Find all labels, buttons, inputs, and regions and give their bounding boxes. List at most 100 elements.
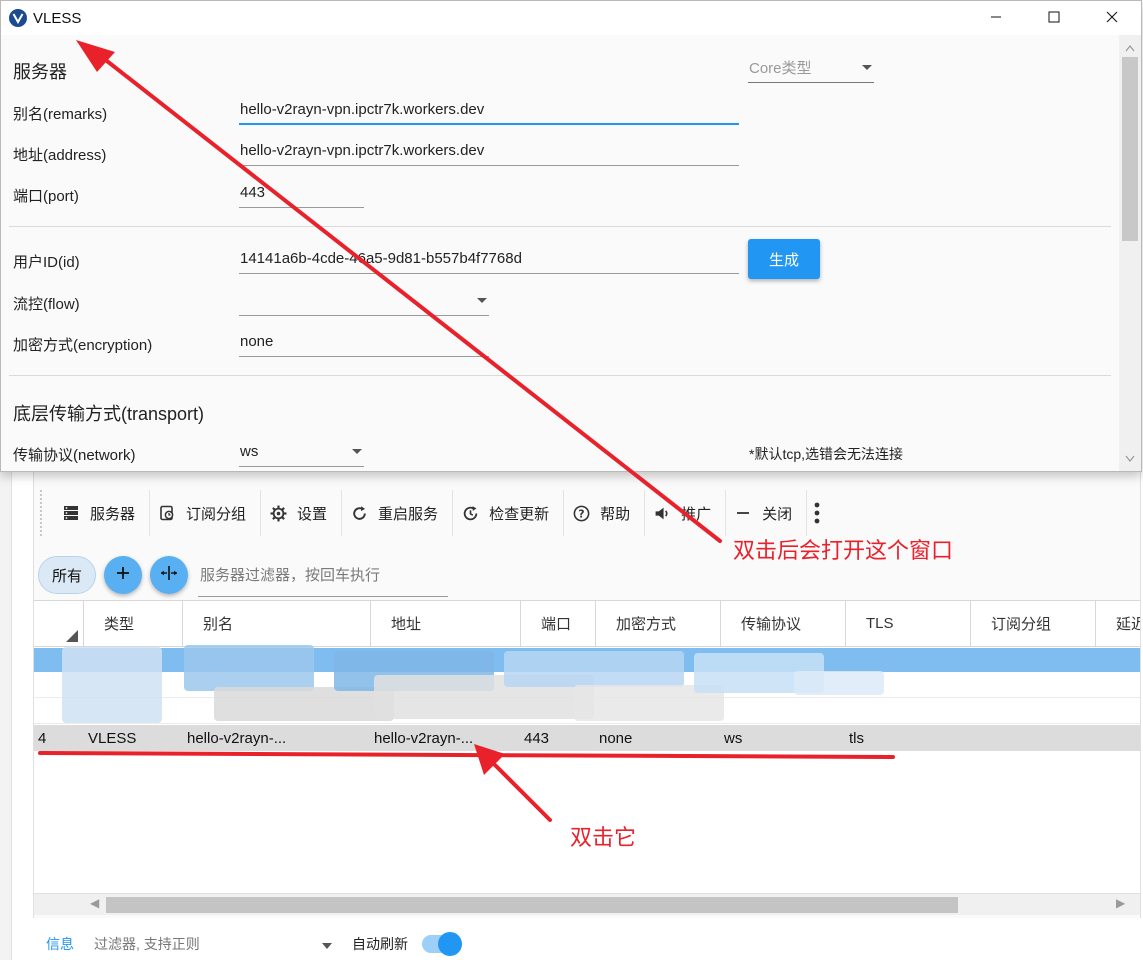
network-select[interactable]: ws [239,437,364,467]
network-hint: *默认tcp,选错会无法连接 [749,446,904,462]
cell-network: ws [724,729,743,747]
toolbar-settings-button[interactable]: 设置 [261,490,343,536]
user-id-input[interactable]: 14141a6b-4cde-46a5-9d81-b557b4f7768d [239,244,739,274]
chevron-down-icon [477,298,487,303]
scroll-up-arrow-icon[interactable] [1125,39,1135,56]
vless-dialog: VLESS 服务器 Core类型 别名(remarks) hello-v2ray… [0,0,1142,472]
section-title-transport: 底层传输方式(transport) [13,404,205,424]
window-close-button[interactable] [1083,1,1141,35]
core-type-select[interactable]: Core类型 [748,53,874,83]
remarks-label: 别名(remarks) [13,106,108,123]
split-arrows-icon [160,565,178,585]
address-input[interactable]: hello-v2rayn-vpn.ipctr7k.workers.dev [239,136,739,166]
server-filter-input[interactable]: 服务器过滤器，按回车执行 [198,553,448,597]
network-label: 传输协议(network) [13,447,136,464]
main-toolbar: 服务器 订阅分组 设置 重启服务 检查更新 ? 帮助 推广 关闭 [40,490,827,536]
toolbar-help-label: 帮助 [600,505,631,523]
column-header-latency[interactable]: 延迟 [1096,601,1140,646]
column-header-remarks[interactable]: 别名 [183,601,371,646]
core-type-placeholder: Core类型 [749,60,812,77]
more-vertical-icon[interactable] [807,490,827,536]
toolbar-promote-label: 推广 [681,505,712,523]
toolbar-close-button[interactable]: 关闭 [726,490,808,536]
dialog-titlebar[interactable]: VLESS [1,1,1141,35]
toolbar-check-update-button[interactable]: 检查更新 [453,490,565,536]
toolbar-settings-label: 设置 [297,505,328,523]
section-divider [9,375,1111,376]
generate-id-button[interactable]: 生成 [748,239,820,279]
column-header-address[interactable]: 地址 [371,601,521,646]
log-filter-input[interactable]: 过滤器, 支持正则 [94,934,316,954]
flow-label: 流控(flow) [13,296,80,313]
log-filter-dropdown-icon[interactable] [322,936,332,952]
grid-horizontal-scrollbar[interactable]: ◀ ▶ [34,893,1140,915]
port-input[interactable]: 443 [239,178,364,208]
horizontal-scroll-thumb[interactable] [106,897,958,913]
refresh-icon [350,504,368,522]
cell-encryption: none [599,729,633,747]
remarks-input[interactable]: hello-v2rayn-vpn.ipctr7k.workers.dev [239,95,739,125]
section-divider [9,226,1111,227]
subscription-icon [158,504,176,522]
encryption-label: 加密方式(encryption) [13,337,153,354]
cell-tls: tls [849,729,864,747]
maximize-button[interactable] [1025,1,1083,35]
cell-port: 443 [524,729,550,747]
auto-refresh-label: 自动刷新 [352,936,408,952]
grid-select-all-corner[interactable] [34,601,84,646]
plus-icon [116,566,130,584]
scroll-right-arrow-icon[interactable]: ▶ [1116,896,1125,910]
minimize-button[interactable] [967,1,1025,35]
v2rayn-logo-icon [9,9,27,27]
section-title-server: 服务器 [13,62,67,82]
column-header-type[interactable]: 类型 [84,601,183,646]
column-header-tls[interactable]: TLS [846,601,971,646]
main-window-left-edge [0,472,12,960]
toolbar-subscription-button[interactable]: 订阅分组 [150,490,262,536]
chevron-down-icon [352,449,362,454]
select-all-triangle-icon [66,630,78,642]
flow-select[interactable] [239,286,489,316]
column-header-encryption[interactable]: 加密方式 [596,601,721,646]
cell-index: 4 [38,729,47,747]
port-label: 端口(port) [13,188,79,205]
maximize-icon [1048,10,1060,27]
toolbar-servers-button[interactable]: 服务器 [54,490,151,536]
help-icon: ? [572,504,590,522]
status-bar: 信息 过滤器, 支持正则 自动刷新 [0,928,1143,960]
address-label: 地址(address) [13,147,107,164]
svg-text:?: ? [578,507,584,520]
network-value: ws [240,443,259,460]
column-header-port[interactable]: 端口 [521,601,596,646]
add-server-button[interactable] [104,556,142,594]
column-header-network[interactable]: 传输协议 [721,601,846,646]
server-stack-icon [62,504,80,522]
update-clock-icon [461,504,479,522]
column-header-subscription[interactable]: 订阅分组 [971,601,1096,646]
toolbar-check-update-label: 检查更新 [489,505,550,523]
gear-icon [269,504,287,522]
tab-info[interactable]: 信息 [46,934,74,954]
minus-icon [734,504,752,522]
table-row-4[interactable]: 4 VLESS hello-v2rayn-... hello-v2rayn-..… [34,725,1140,751]
toolbar-help-button[interactable]: ? 帮助 [564,490,646,536]
dialog-title: VLESS [33,9,82,27]
auto-refresh-toggle[interactable] [422,932,462,956]
cell-remarks: hello-v2rayn-... [187,729,287,747]
toggle-knob [438,932,462,956]
toolbar-restart-label: 重启服务 [378,505,439,523]
encryption-input[interactable]: none [239,327,489,357]
minimize-icon [990,10,1002,27]
scroll-left-arrow-icon[interactable]: ◀ [90,896,99,910]
grid-header: 类型 别名 地址 端口 加密方式 传输协议 TLS 订阅分组 延迟 [34,601,1140,647]
filter-all-chip[interactable]: 所有 [38,556,96,594]
toolbar-promote-button[interactable]: 推广 [645,490,727,536]
toolbar-servers-label: 服务器 [90,505,136,523]
speaker-icon [653,504,671,522]
dialog-vertical-scrollbar[interactable] [1119,35,1141,471]
split-view-button[interactable] [150,556,188,594]
vertical-scroll-thumb[interactable] [1122,57,1138,241]
toolbar-restart-button[interactable]: 重启服务 [342,490,454,536]
chevron-down-icon [862,65,872,70]
scroll-down-arrow-icon[interactable] [1125,450,1135,467]
